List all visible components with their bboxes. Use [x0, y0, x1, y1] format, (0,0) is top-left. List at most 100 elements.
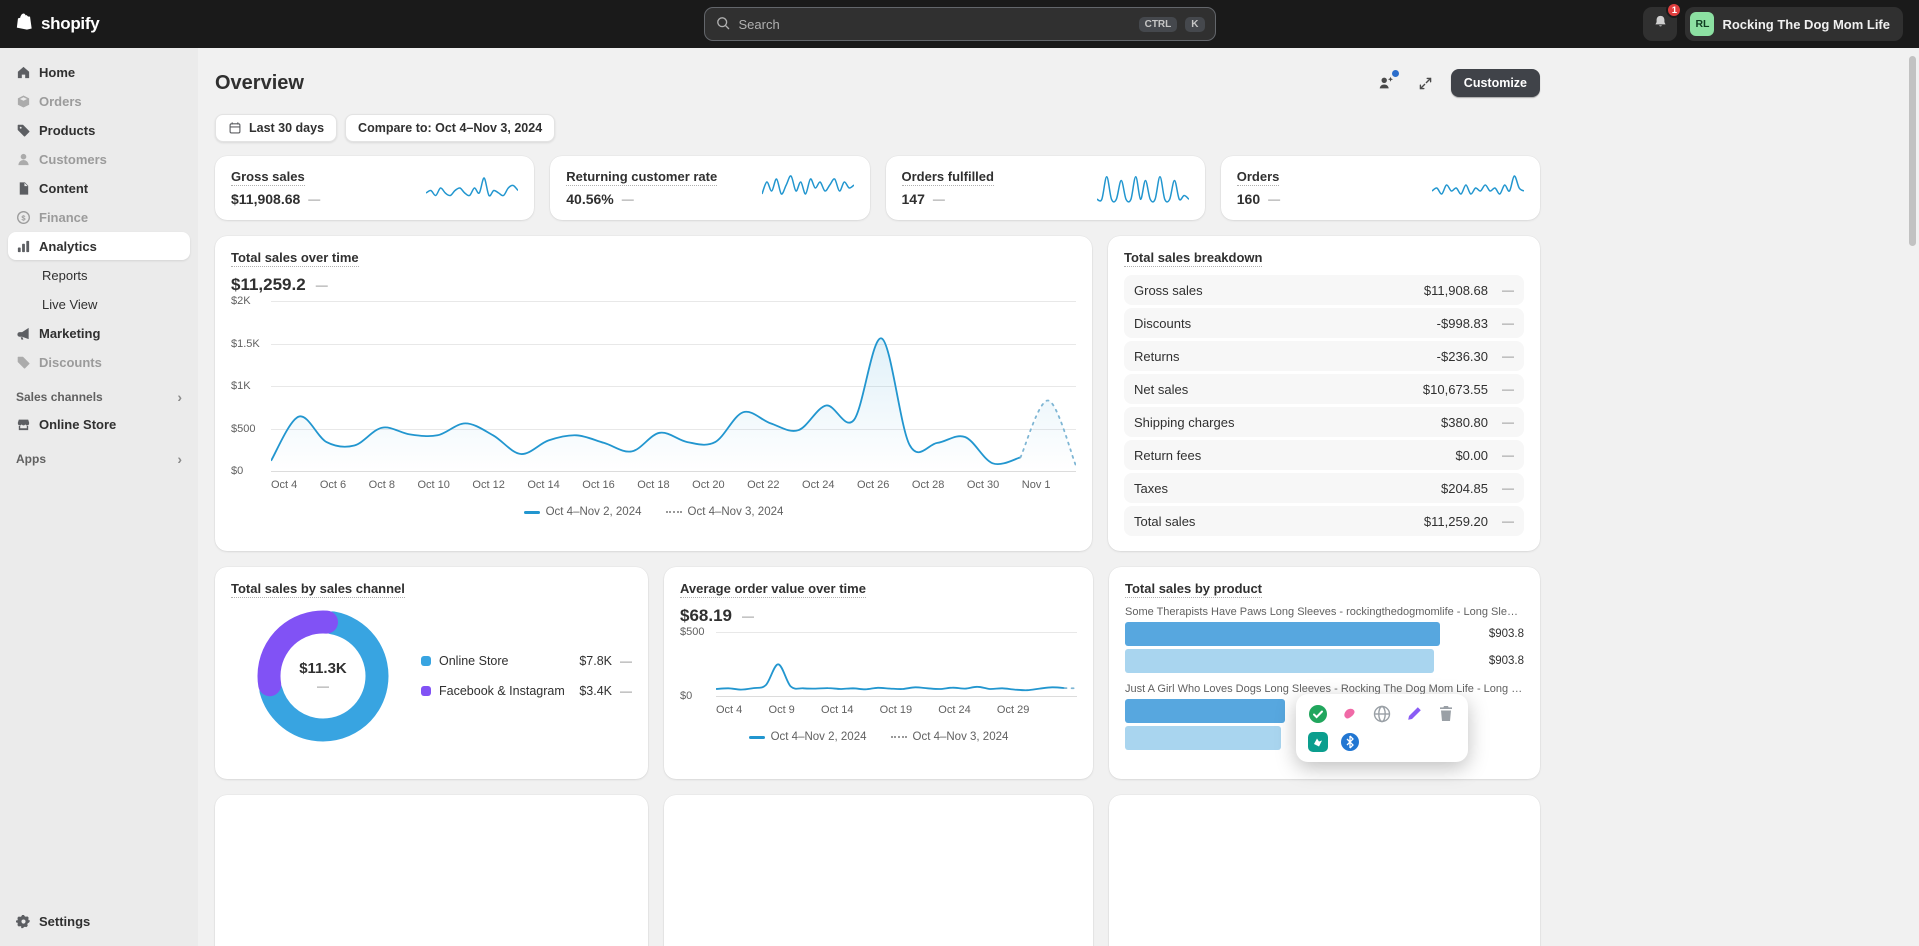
- search-input[interactable]: [738, 16, 1131, 32]
- notification-badge: 1: [1666, 2, 1683, 18]
- no-change-dash: —: [932, 192, 945, 206]
- kpi-title-link[interactable]: Orders: [1236, 169, 1280, 186]
- breakdown-label-link[interactable]: Shipping charges: [1134, 415, 1441, 430]
- page-title: Overview: [215, 71, 304, 94]
- breakdown-label-link[interactable]: Returns: [1134, 349, 1437, 364]
- kpi-card-orders-fulfilled: Orders fulfilled 147—: [885, 156, 1205, 220]
- bluetooth-extension-icon[interactable]: [1339, 731, 1360, 752]
- finance-icon: $: [17, 210, 30, 224]
- partial-card: [1109, 795, 1540, 946]
- sidebar-item-marketing[interactable]: Marketing: [8, 319, 190, 347]
- apps-header[interactable]: Apps ›: [8, 452, 190, 466]
- sparkline-chart: [1097, 173, 1189, 203]
- breakdown-label-link[interactable]: Discounts: [1134, 316, 1437, 331]
- breakdown-row: Gross sales $11,908.68—: [1124, 275, 1524, 305]
- channel-donut-chart: $11.3K —: [253, 606, 393, 746]
- breakdown-label-link[interactable]: Return fees: [1134, 448, 1455, 463]
- sidebar-item-reports[interactable]: Reports: [8, 261, 190, 289]
- date-range-button[interactable]: Last 30 days: [215, 114, 338, 142]
- channel-legend: Online Store $7.8K — Facebook & Instagra…: [421, 654, 632, 698]
- storefront-icon: [17, 419, 30, 430]
- previous-period-bar: [1125, 726, 1281, 750]
- customers-icon: [18, 153, 29, 165]
- breakdown-label-link[interactable]: Total sales: [1134, 514, 1424, 529]
- pink-extension-icon[interactable]: [1339, 703, 1360, 724]
- no-change-dash: —: [1268, 192, 1281, 206]
- legend-row: Facebook & Instagram $3.4K —: [421, 684, 632, 698]
- sidebar-item-analytics[interactable]: Analytics: [8, 232, 190, 260]
- sidebar-item-discounts[interactable]: Discounts: [8, 348, 190, 376]
- global-search[interactable]: CTRL K: [703, 7, 1216, 41]
- partial-card: [664, 795, 1093, 946]
- next-card-row: [215, 795, 1540, 946]
- current-period-swatch: [523, 510, 540, 514]
- kpi-title-link[interactable]: Gross sales: [231, 169, 305, 186]
- notifications-button[interactable]: 1: [1643, 2, 1683, 41]
- average-order-value-card: Average order value over time $68.19— $5…: [664, 567, 1093, 779]
- card-title-link[interactable]: Total sales breakdown: [1124, 250, 1263, 267]
- sidebar-item-online-store[interactable]: Online Store: [8, 410, 190, 438]
- total-sales-breakdown-card: Total sales breakdown Gross sales $11,908…: [1108, 236, 1540, 551]
- shopify-logo[interactable]: shopify: [16, 12, 100, 36]
- store-avatar: RL: [1690, 12, 1715, 36]
- breakdown-row: Net sales $10,673.55—: [1124, 374, 1524, 404]
- card-title-link[interactable]: Average order value over time: [680, 581, 866, 598]
- legend-row: Online Store $7.8K —: [421, 654, 632, 668]
- compare-to-button[interactable]: Compare to: Oct 4–Nov 3, 2024: [345, 114, 556, 142]
- store-name: Rocking The Dog Mom Life: [1722, 16, 1890, 32]
- breakdown-label-link[interactable]: Net sales: [1134, 382, 1423, 397]
- new-feature-dot: [1391, 70, 1399, 77]
- bell-icon: [1652, 14, 1669, 34]
- page-scrollbar-thumb[interactable]: [1909, 56, 1916, 246]
- trash-extension-icon[interactable]: [1435, 703, 1456, 724]
- sidebar-item-home[interactable]: Home: [8, 58, 190, 86]
- sidebar-item-settings[interactable]: Settings: [8, 907, 190, 935]
- current-period-bar: [1125, 622, 1441, 646]
- store-menu-button[interactable]: RL Rocking The Dog Mom Life: [1685, 7, 1903, 41]
- card-title-link[interactable]: Total sales by product: [1125, 581, 1263, 598]
- svg-text:$: $: [21, 213, 26, 222]
- kpi-card-gross-sales: Gross sales $11,908.68—: [215, 156, 535, 220]
- globe-extension-icon[interactable]: [1371, 703, 1392, 724]
- chart-legend: Oct 4–Nov 2, 2024 Oct 4–Nov 3, 2024: [680, 731, 1077, 743]
- gear-icon: [16, 914, 31, 928]
- orders-icon: [17, 95, 30, 107]
- pen-extension-icon[interactable]: [1403, 703, 1424, 724]
- sidebar-item-finance[interactable]: $ Finance: [8, 203, 190, 231]
- card-title-link[interactable]: Total sales over time: [231, 250, 359, 267]
- calendar-icon: [229, 122, 241, 134]
- card-title-link[interactable]: Total sales by sales channel: [231, 581, 405, 598]
- breakdown-row: Discounts -$998.83—: [1124, 308, 1524, 338]
- sidebar-item-content[interactable]: Content: [8, 174, 190, 202]
- products-icon: [17, 124, 30, 137]
- total-sales-line-chart: [271, 301, 1076, 472]
- sidebar-item-orders[interactable]: Orders: [8, 87, 190, 115]
- customize-button[interactable]: Customize: [1450, 69, 1540, 97]
- breakdown-row: Taxes $204.85—: [1124, 473, 1524, 503]
- partial-card: [215, 795, 648, 946]
- browser-extension-popup: [1296, 694, 1468, 762]
- y-axis-labels: $500 $0: [680, 626, 705, 702]
- aov-line-chart: [716, 632, 1077, 697]
- current-period-bar: [1125, 699, 1285, 723]
- main-content: Overview Customize Last 30 days Compare …: [198, 48, 1919, 946]
- breakdown-row: Return fees $0.00—: [1124, 440, 1524, 470]
- kpi-title-link[interactable]: Returning customer rate: [566, 169, 718, 186]
- x-axis-labels: Oct 4 Oct 9 Oct 14 Oct 19 Oct 24 Oct 29: [716, 704, 1030, 716]
- total-sales-over-time-card: Total sales over time $11,259.2— $2K $1.…: [215, 236, 1092, 551]
- sidebar-item-products[interactable]: Products: [8, 116, 190, 144]
- sparkline-chart: [426, 173, 518, 203]
- analytics-icon: [17, 240, 30, 252]
- online-store-swatch: [421, 656, 431, 666]
- breakdown-label-link[interactable]: Gross sales: [1134, 283, 1424, 298]
- sidebar-item-customers[interactable]: Customers: [8, 145, 190, 173]
- sidebar-item-live-view[interactable]: Live View: [8, 290, 190, 318]
- teal-extension-icon[interactable]: [1307, 731, 1328, 752]
- product-label[interactable]: Some Therapists Have Paws Long Sleeves -…: [1125, 606, 1524, 618]
- fullscreen-button[interactable]: [1411, 68, 1441, 98]
- breakdown-label-link[interactable]: Taxes: [1134, 481, 1441, 496]
- insights-assistant-button[interactable]: [1371, 68, 1401, 98]
- kpi-title-link[interactable]: Orders fulfilled: [901, 169, 994, 186]
- shield-check-extension-icon[interactable]: [1307, 703, 1328, 724]
- sales-channels-header[interactable]: Sales channels ›: [8, 390, 190, 404]
